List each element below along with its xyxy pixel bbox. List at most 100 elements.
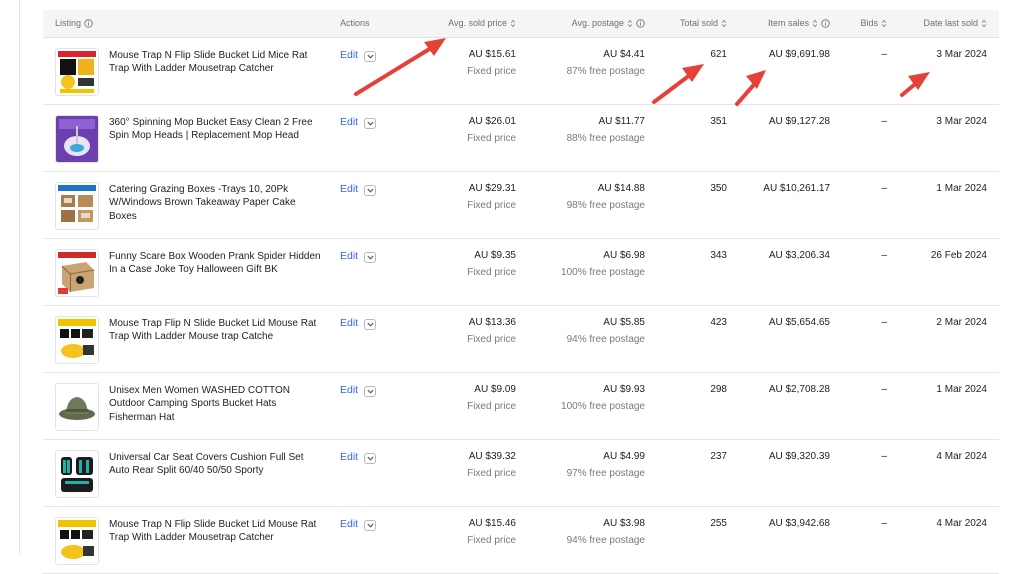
table-row: Mouse Trap N Flip Slide Bucket Lid Mouse…	[43, 507, 999, 574]
price-type: Fixed price	[467, 535, 516, 546]
free-postage-percent: 88% free postage	[566, 133, 645, 144]
actions-dropdown-button[interactable]	[364, 185, 376, 196]
sort-icon[interactable]	[812, 19, 818, 28]
info-icon[interactable]	[821, 19, 830, 28]
product-thumbnail-mouse-trap[interactable]	[55, 316, 99, 364]
info-icon[interactable]	[84, 19, 93, 28]
product-thumbnail-mop-bucket[interactable]	[55, 115, 99, 163]
table-row: Universal Car Seat Covers Cushion Full S…	[43, 440, 999, 507]
total-sold: 621	[710, 49, 727, 60]
column-header-actions: Actions	[340, 18, 370, 28]
column-header-total-sold[interactable]: Total sold	[680, 18, 727, 28]
bids: –	[881, 116, 887, 127]
avg-postage: AU $9.93	[603, 384, 645, 395]
sort-icon[interactable]	[721, 19, 727, 28]
chevron-down-icon	[367, 54, 374, 59]
item-sales: AU $3,942.68	[768, 518, 830, 529]
date-last-sold: 4 Mar 2024	[936, 451, 987, 462]
actions-dropdown-button[interactable]	[364, 453, 376, 464]
price-type: Fixed price	[467, 468, 516, 479]
avg-sold-price: AU $9.35	[474, 250, 516, 261]
edit-link[interactable]: Edit	[340, 116, 358, 128]
date-last-sold: 3 Mar 2024	[936, 49, 987, 60]
item-sales: AU $9,127.28	[768, 116, 830, 127]
actions-dropdown-button[interactable]	[364, 386, 376, 397]
total-sold: 350	[710, 183, 727, 194]
chevron-down-icon	[367, 389, 374, 394]
column-header-item-sales[interactable]: Item sales	[768, 18, 830, 28]
column-header-date-last-sold[interactable]: Date last sold	[923, 18, 987, 28]
page-left-border	[19, 0, 20, 554]
avg-sold-price: AU $9.09	[474, 384, 516, 395]
table-row: Funny Scare Box Wooden Prank Spider Hidd…	[43, 239, 999, 306]
product-thumbnail-catering-boxes[interactable]	[55, 182, 99, 230]
product-thumbnail-mouse-trap[interactable]	[55, 48, 99, 96]
sold-listings-table: Listing Actions Avg. sold price Avg. pos…	[43, 10, 999, 574]
sort-icon[interactable]	[510, 19, 516, 28]
avg-sold-price: AU $26.01	[468, 116, 516, 127]
date-last-sold: 3 Mar 2024	[936, 116, 987, 127]
edit-link[interactable]: Edit	[340, 49, 358, 61]
listing-title[interactable]: Universal Car Seat Covers Cushion Full S…	[109, 451, 321, 478]
avg-postage: AU $5.85	[603, 317, 645, 328]
listing-title[interactable]: Catering Grazing Boxes -Trays 10, 20Pk W…	[109, 183, 321, 223]
bids: –	[881, 518, 887, 529]
sort-icon[interactable]	[981, 19, 987, 28]
table-row: Mouse Trap N Flip Slide Bucket Lid Mice …	[43, 38, 999, 105]
actions-dropdown-button[interactable]	[364, 252, 376, 263]
total-sold: 343	[710, 250, 727, 261]
avg-sold-price: AU $15.61	[468, 49, 516, 60]
sort-icon[interactable]	[881, 19, 887, 28]
listing-title[interactable]: Unisex Men Women WASHED COTTON Outdoor C…	[109, 384, 321, 424]
free-postage-percent: 97% free postage	[566, 468, 645, 479]
product-thumbnail-bucket-hat[interactable]	[55, 383, 99, 431]
bids: –	[881, 451, 887, 462]
listing-title[interactable]: Funny Scare Box Wooden Prank Spider Hidd…	[109, 250, 321, 277]
bids: –	[881, 250, 887, 261]
date-last-sold: 1 Mar 2024	[936, 183, 987, 194]
free-postage-percent: 94% free postage	[566, 334, 645, 345]
price-type: Fixed price	[467, 133, 516, 144]
edit-link[interactable]: Edit	[340, 518, 358, 530]
product-thumbnail-car-seat-covers[interactable]	[55, 450, 99, 498]
edit-link[interactable]: Edit	[340, 451, 358, 463]
date-last-sold: 2 Mar 2024	[936, 317, 987, 328]
edit-link[interactable]: Edit	[340, 250, 358, 262]
avg-postage: AU $11.77	[598, 116, 645, 127]
chevron-down-icon	[367, 255, 374, 260]
chevron-down-icon	[367, 523, 374, 528]
column-header-listing[interactable]: Listing	[55, 18, 93, 28]
item-sales: AU $2,708.28	[768, 384, 830, 395]
table-row: Mouse Trap Flip N Slide Bucket Lid Mouse…	[43, 306, 999, 373]
total-sold: 423	[710, 317, 727, 328]
price-type: Fixed price	[467, 401, 516, 412]
chevron-down-icon	[367, 456, 374, 461]
bids: –	[881, 49, 887, 60]
edit-link[interactable]: Edit	[340, 183, 358, 195]
listing-title[interactable]: Mouse Trap N Flip Slide Bucket Lid Mouse…	[109, 518, 321, 545]
product-thumbnail-prank-box[interactable]	[55, 249, 99, 297]
column-header-avg-postage[interactable]: Avg. postage	[572, 18, 645, 28]
price-type: Fixed price	[467, 267, 516, 278]
total-sold: 237	[710, 451, 727, 462]
item-sales: AU $9,691.98	[768, 49, 830, 60]
listing-title[interactable]: Mouse Trap N Flip Slide Bucket Lid Mice …	[109, 49, 321, 76]
actions-dropdown-button[interactable]	[364, 118, 376, 129]
product-thumbnail-mouse-trap[interactable]	[55, 517, 99, 565]
edit-link[interactable]: Edit	[340, 384, 358, 396]
listing-title[interactable]: 360° Spinning Mop Bucket Easy Clean 2 Fr…	[109, 116, 321, 143]
free-postage-percent: 98% free postage	[566, 200, 645, 211]
price-type: Fixed price	[467, 200, 516, 211]
info-icon[interactable]	[636, 19, 645, 28]
column-header-bids[interactable]: Bids	[860, 18, 887, 28]
actions-dropdown-button[interactable]	[364, 319, 376, 330]
sort-icon[interactable]	[627, 19, 633, 28]
avg-postage: AU $4.41	[603, 49, 645, 60]
edit-link[interactable]: Edit	[340, 317, 358, 329]
column-header-avg-sold-price[interactable]: Avg. sold price	[448, 18, 516, 28]
actions-dropdown-button[interactable]	[364, 520, 376, 531]
item-sales: AU $9,320.39	[768, 451, 830, 462]
chevron-down-icon	[367, 322, 374, 327]
actions-dropdown-button[interactable]	[364, 51, 376, 62]
listing-title[interactable]: Mouse Trap Flip N Slide Bucket Lid Mouse…	[109, 317, 321, 344]
